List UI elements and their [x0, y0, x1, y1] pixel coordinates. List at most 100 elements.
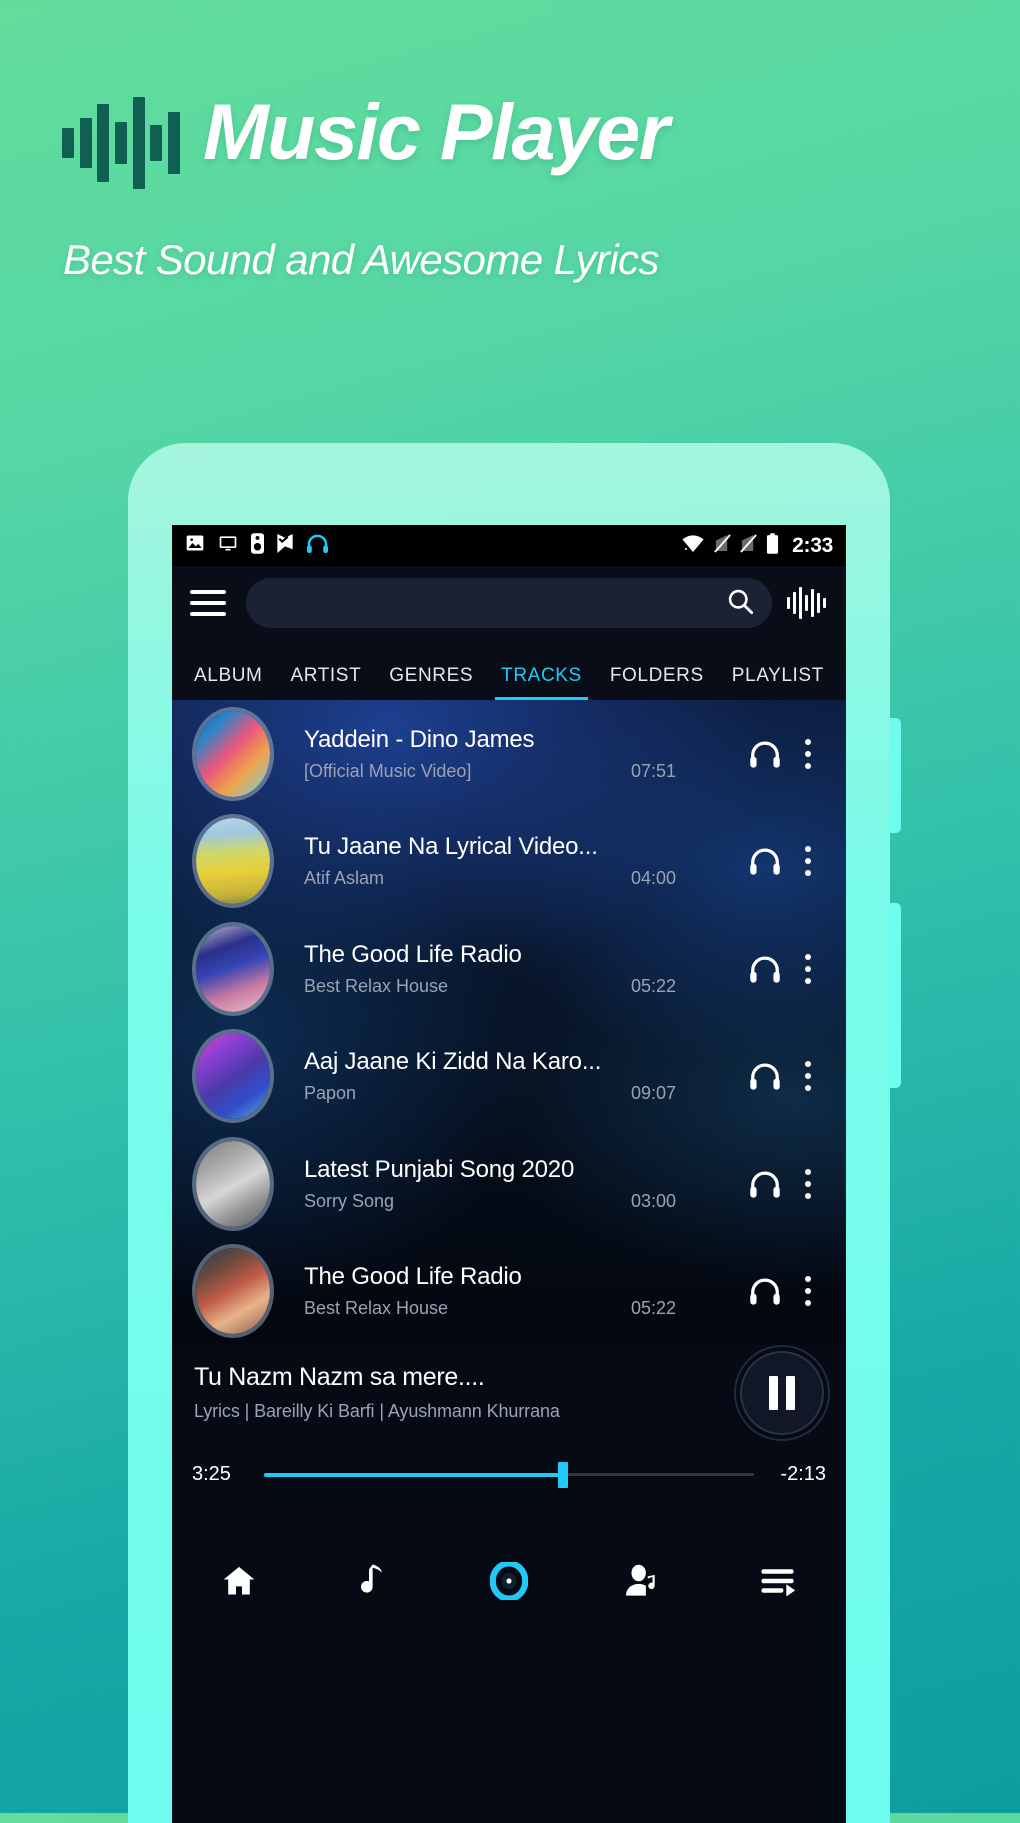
more-vertical-icon[interactable]	[786, 1276, 830, 1307]
image-icon	[185, 533, 205, 558]
seek-bar[interactable]	[264, 1461, 754, 1488]
now-playing-subtitle: Lyrics | Bareilly Ki Barfi | Ayushmann K…	[194, 1401, 560, 1421]
track-artist: Sorry Song	[304, 1190, 395, 1211]
phone-power-button	[889, 903, 901, 1088]
track-artist: [Official Music Video]	[304, 760, 472, 781]
more-vertical-icon[interactable]	[786, 953, 830, 984]
search-bar[interactable]	[246, 578, 772, 628]
signal-off-2-icon	[740, 533, 757, 558]
track-info: The Good Life Radio Best Relax House 05:22	[304, 941, 744, 997]
tab-album[interactable]: ALBUM	[180, 665, 276, 700]
disc-icon	[489, 1559, 529, 1605]
headphones-icon[interactable]	[744, 846, 786, 876]
avatar	[192, 1244, 274, 1339]
avatar	[192, 814, 274, 909]
tab-artist[interactable]: ARTIST	[276, 665, 375, 700]
track-artist: Best Relax House	[304, 975, 449, 996]
track-duration: 05:22	[630, 1298, 676, 1319]
tab-tracks[interactable]: TRACKS	[487, 665, 596, 700]
track-title: The Good Life Radio	[304, 940, 522, 968]
battery-icon	[766, 532, 779, 559]
phone-volume-button	[889, 718, 901, 833]
wifi-icon	[681, 534, 705, 558]
headphones-icon[interactable]	[744, 1169, 786, 1199]
track-duration: 05:22	[630, 975, 676, 996]
waveform-icon	[62, 97, 180, 189]
phone-mockup: 2:33 ALBUM ARTIST GENRES TRACKS FOLDERS …	[128, 443, 901, 1823]
headphones-icon[interactable]	[744, 1276, 786, 1306]
flag-check-icon	[276, 533, 294, 559]
remaining-time: -2:13	[780, 1463, 826, 1485]
seek-thumb[interactable]	[557, 1461, 568, 1488]
nav-artists[interactable]	[576, 1535, 711, 1631]
track-title: Latest Punjabi Song 2020	[304, 1155, 575, 1183]
track-title: Tu Jaane Na Lyrical Video...	[304, 833, 598, 861]
table-row[interactable]: Tu Jaane Na Lyrical Video... Atif Aslam 04…	[172, 808, 846, 916]
table-row[interactable]: The Good Life Radio Best Relax House 05:22	[172, 1238, 846, 1346]
monitor-icon	[217, 533, 239, 558]
track-info: Aaj Jaane Ki Zidd Na Karo... Papon 09:07	[304, 1048, 744, 1104]
table-row[interactable]: Yaddein - Dino James [Official Music Vide…	[172, 700, 846, 808]
search-input[interactable]	[264, 592, 726, 614]
bottom-navigation	[172, 1535, 846, 1631]
equalizer-icon[interactable]	[780, 580, 832, 626]
track-title: Yaddein - Dino James	[304, 725, 535, 753]
category-tabs: ALBUM ARTIST GENRES TRACKS FOLDERS PLAYL…	[172, 640, 846, 700]
headphones-icon[interactable]	[744, 1061, 786, 1091]
artist-icon	[624, 1563, 664, 1604]
hamburger-menu-icon[interactable]	[186, 583, 230, 623]
promo-header: Music Player Best Sound and Awesome Lyri…	[0, 0, 1020, 430]
tab-folders[interactable]: FOLDERS	[596, 665, 718, 700]
track-title: The Good Life Radio	[304, 1263, 522, 1291]
now-playing-title: Tu Nazm Nazm sa mere....	[194, 1363, 485, 1391]
track-info: Yaddein - Dino James [Official Music Vide…	[304, 726, 744, 782]
more-vertical-icon[interactable]	[786, 1061, 830, 1092]
avatar	[192, 921, 274, 1016]
nav-home[interactable]	[172, 1535, 307, 1631]
track-info: The Good Life Radio Best Relax House 05:22	[304, 1263, 744, 1319]
track-duration: 03:00	[630, 1190, 676, 1211]
nav-now-playing[interactable]	[442, 1535, 577, 1631]
table-row[interactable]: Aaj Jaane Ki Zidd Na Karo... Papon 09:07	[172, 1023, 846, 1131]
nav-songs[interactable]	[307, 1535, 442, 1631]
track-list[interactable]: Yaddein - Dino James [Official Music Vide…	[172, 700, 846, 1345]
seek-progress	[264, 1472, 563, 1477]
track-duration: 07:51	[630, 760, 676, 781]
page-title: Music Player	[203, 87, 670, 176]
table-row[interactable]: The Good Life Radio Best Relax House 05:22	[172, 915, 846, 1023]
more-vertical-icon[interactable]	[786, 738, 830, 769]
track-artist: Papon	[304, 1083, 357, 1104]
page-subtitle: Best Sound and Awesome Lyrics	[63, 236, 659, 283]
status-clock: 2:33	[792, 533, 833, 557]
signal-off-icon	[714, 533, 731, 558]
track-info: Latest Punjabi Song 2020 Sorry Song 03:00	[304, 1156, 744, 1212]
avatar	[192, 706, 274, 801]
status-bar: 2:33	[172, 525, 846, 566]
tab-playlist[interactable]: PLAYLIST	[718, 665, 838, 700]
tab-genres[interactable]: GENRES	[375, 665, 487, 700]
track-info: Tu Jaane Na Lyrical Video... Atif Aslam 04…	[304, 833, 744, 889]
headphones-icon	[306, 533, 329, 559]
search-icon[interactable]	[726, 587, 754, 620]
music-note-icon	[357, 1563, 391, 1604]
more-vertical-icon[interactable]	[786, 846, 830, 877]
seek-row: 3:25 -2:13	[172, 1461, 846, 1488]
speaker-icon	[251, 532, 264, 559]
track-duration: 09:07	[630, 1083, 676, 1104]
track-artist: Best Relax House	[304, 1298, 449, 1319]
now-playing-bar[interactable]: Tu Nazm Nazm sa mere.... Lyrics | Bareil…	[172, 1345, 846, 1535]
table-row[interactable]: Latest Punjabi Song 2020 Sorry Song 03:00	[172, 1130, 846, 1238]
headphones-icon[interactable]	[744, 954, 786, 984]
headphones-icon[interactable]	[744, 739, 786, 769]
more-vertical-icon[interactable]	[786, 1168, 830, 1199]
phone-screen: 2:33 ALBUM ARTIST GENRES TRACKS FOLDERS …	[172, 525, 846, 1823]
track-artist: Atif Aslam	[304, 868, 385, 889]
app-toolbar	[172, 566, 846, 640]
nav-playlist[interactable]	[711, 1535, 846, 1631]
current-time: 3:25	[192, 1463, 231, 1485]
avatar	[192, 1136, 274, 1231]
home-icon	[221, 1563, 257, 1604]
track-title: Aaj Jaane Ki Zidd Na Karo...	[304, 1048, 602, 1076]
pause-icon[interactable]	[734, 1345, 830, 1441]
queue-icon	[760, 1566, 798, 1601]
